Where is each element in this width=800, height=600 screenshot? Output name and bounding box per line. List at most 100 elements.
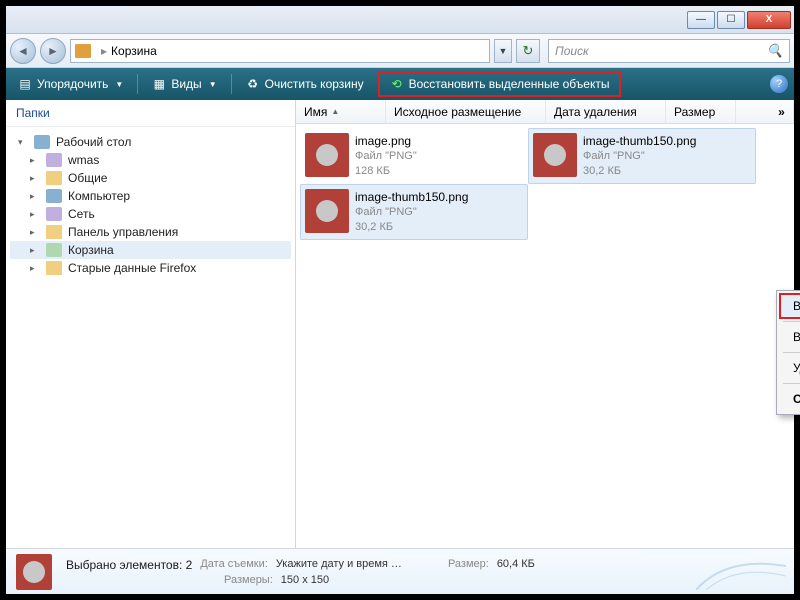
column-label: Размер: [674, 105, 715, 119]
breadcrumb-label: Корзина: [111, 44, 157, 58]
tree-item-label: Рабочий стол: [56, 135, 131, 149]
tree-item-label: wmas: [68, 153, 99, 167]
status-size-value: 60,4 КБ: [497, 558, 535, 572]
restore-label: Восстановить выделенные объекты: [409, 77, 610, 91]
ctx-delete[interactable]: Удалить: [779, 355, 800, 381]
ctx-label: Вырезать: [793, 330, 800, 344]
tree-item[interactable]: ▸ Общие: [10, 169, 291, 187]
breadcrumb[interactable]: ▸ Корзина: [70, 39, 490, 63]
maximize-button[interactable]: ☐: [717, 11, 745, 29]
folder-tree: ▾ Рабочий стол ▸ wmas ▸ Общие ▸ Компьютер ▸ Сет…: [6, 127, 295, 283]
ctx-label: Восстановить: [793, 299, 800, 313]
file-type: Файл "PNG": [355, 205, 468, 220]
file-size: 128 КБ: [355, 164, 417, 179]
column-size[interactable]: Размер: [666, 100, 736, 123]
sort-asc-icon: ▲: [331, 107, 339, 116]
ctx-restore[interactable]: Восстановить: [779, 293, 800, 319]
tree-item-label: Общие: [68, 171, 107, 185]
status-thumbnail: [16, 554, 52, 590]
file-item[interactable]: image-thumb150.pngФайл "PNG"30,2 КБ: [300, 184, 528, 240]
expand-icon[interactable]: ▸: [30, 155, 40, 166]
folder-icon: [46, 225, 62, 239]
refresh-button[interactable]: ↻: [516, 39, 540, 63]
column-label: Исходное размещение: [394, 105, 521, 119]
tree-item-label: Старые данные Firefox: [68, 261, 196, 275]
command-bar: ▤ Упорядочить ▼ ▦ Виды ▼ ♻ Очистить корз…: [6, 68, 794, 100]
expand-icon[interactable]: ▸: [30, 191, 40, 202]
ctx-properties[interactable]: Свойства: [779, 386, 800, 412]
organize-button[interactable]: ▤ Упорядочить ▼: [12, 74, 129, 94]
file-thumbnail: [305, 189, 349, 233]
ctx-label: Удалить: [793, 361, 800, 375]
desktop-icon: [34, 135, 50, 149]
file-type: Файл "PNG": [355, 149, 417, 164]
status-dims-label: Размеры:: [224, 574, 273, 586]
search-input[interactable]: Поиск 🔍: [548, 39, 790, 63]
close-button[interactable]: X: [747, 11, 791, 29]
ctx-separator: [783, 383, 800, 384]
folder-icon: [46, 153, 62, 167]
context-menu: Восстановить Вырезать Удалить Свойства: [776, 290, 800, 415]
toolbar-separator: [137, 74, 138, 94]
ctx-separator: [783, 352, 800, 353]
back-button[interactable]: ◄: [10, 38, 36, 64]
empty-label: Очистить корзину: [265, 77, 364, 91]
column-label: Имя: [304, 105, 327, 119]
file-name: image-thumb150.png: [583, 133, 696, 149]
column-headers: Имя ▲ Исходное размещение Дата удаления …: [296, 100, 794, 124]
search-placeholder: Поиск: [555, 44, 589, 58]
breadcrumb-history-dropdown[interactable]: ▼: [494, 39, 512, 63]
file-item[interactable]: image.pngФайл "PNG"128 КБ: [300, 128, 528, 184]
expand-icon[interactable]: ▸: [30, 173, 40, 184]
chevron-right-icon: ▸: [101, 44, 107, 58]
expand-icon[interactable]: ▸: [30, 245, 40, 256]
expand-icon[interactable]: ▸: [30, 227, 40, 238]
restore-icon: ⟲: [390, 77, 404, 91]
file-size: 30,2 КБ: [355, 220, 468, 235]
expand-icon[interactable]: ▸: [30, 209, 40, 220]
folders-header[interactable]: Папки: [6, 100, 295, 127]
collapse-icon[interactable]: ▾: [18, 137, 28, 148]
tree-item[interactable]: ▸ Старые данные Firefox: [10, 259, 291, 277]
views-button[interactable]: ▦ Виды ▼: [146, 74, 222, 94]
file-name: image-thumb150.png: [355, 189, 468, 205]
status-date-label: Дата съемки:: [200, 558, 267, 572]
chevron-down-icon: ▼: [209, 80, 217, 89]
column-name[interactable]: Имя ▲: [296, 100, 386, 123]
tree-item[interactable]: ▸ wmas: [10, 151, 291, 169]
tree-item[interactable]: ▸ Сеть: [10, 205, 291, 223]
tree-item[interactable]: ▸Панель управления: [10, 223, 291, 241]
toolbar-separator: [231, 74, 232, 94]
help-button[interactable]: ?: [770, 75, 788, 93]
tree-item[interactable]: ▸ Корзина: [10, 241, 291, 259]
column-label: Дата удаления: [554, 105, 637, 119]
column-chooser[interactable]: »: [770, 100, 794, 123]
minimize-button[interactable]: —: [687, 11, 715, 29]
column-original-location[interactable]: Исходное размещение: [386, 100, 546, 123]
file-thumbnail: [305, 133, 349, 177]
folder-icon: [46, 243, 62, 257]
folder-icon: [46, 261, 62, 275]
file-list[interactable]: image.pngФайл "PNG"128 КБ image-thumb150.…: [296, 124, 794, 548]
file-item[interactable]: image-thumb150.pngФайл "PNG"30,2 КБ: [528, 128, 756, 184]
tree-item-label: Компьютер: [68, 189, 130, 203]
restore-highlight: ⟲ Восстановить выделенные объекты: [378, 71, 622, 97]
forward-button[interactable]: ►: [40, 38, 66, 64]
tree-item-label: Корзина: [68, 243, 114, 257]
tree-item-label: Сеть: [68, 207, 95, 221]
status-date-value[interactable]: Укажите дату и время …: [276, 558, 402, 572]
expand-icon[interactable]: ▸: [30, 263, 40, 274]
folder-icon: [46, 171, 62, 185]
file-thumbnail: [533, 133, 577, 177]
status-dims-value: 150 x 150: [281, 574, 329, 586]
folder-icon: [46, 189, 62, 203]
empty-recycle-button[interactable]: ♻ Очистить корзину: [240, 74, 370, 94]
tree-item-desktop[interactable]: ▾ Рабочий стол: [10, 133, 291, 151]
navigation-pane: Папки ▾ Рабочий стол ▸ wmas ▸ Общие ▸ Компьют…: [6, 100, 296, 548]
tree-item[interactable]: ▸ Компьютер: [10, 187, 291, 205]
chevron-down-icon: ▼: [115, 80, 123, 89]
column-date-deleted[interactable]: Дата удаления: [546, 100, 666, 123]
restore-selected-button[interactable]: ⟲ Восстановить выделенные объекты: [384, 74, 616, 94]
file-metadata: image.pngФайл "PNG"128 КБ: [355, 133, 417, 179]
ctx-cut[interactable]: Вырезать: [779, 324, 800, 350]
